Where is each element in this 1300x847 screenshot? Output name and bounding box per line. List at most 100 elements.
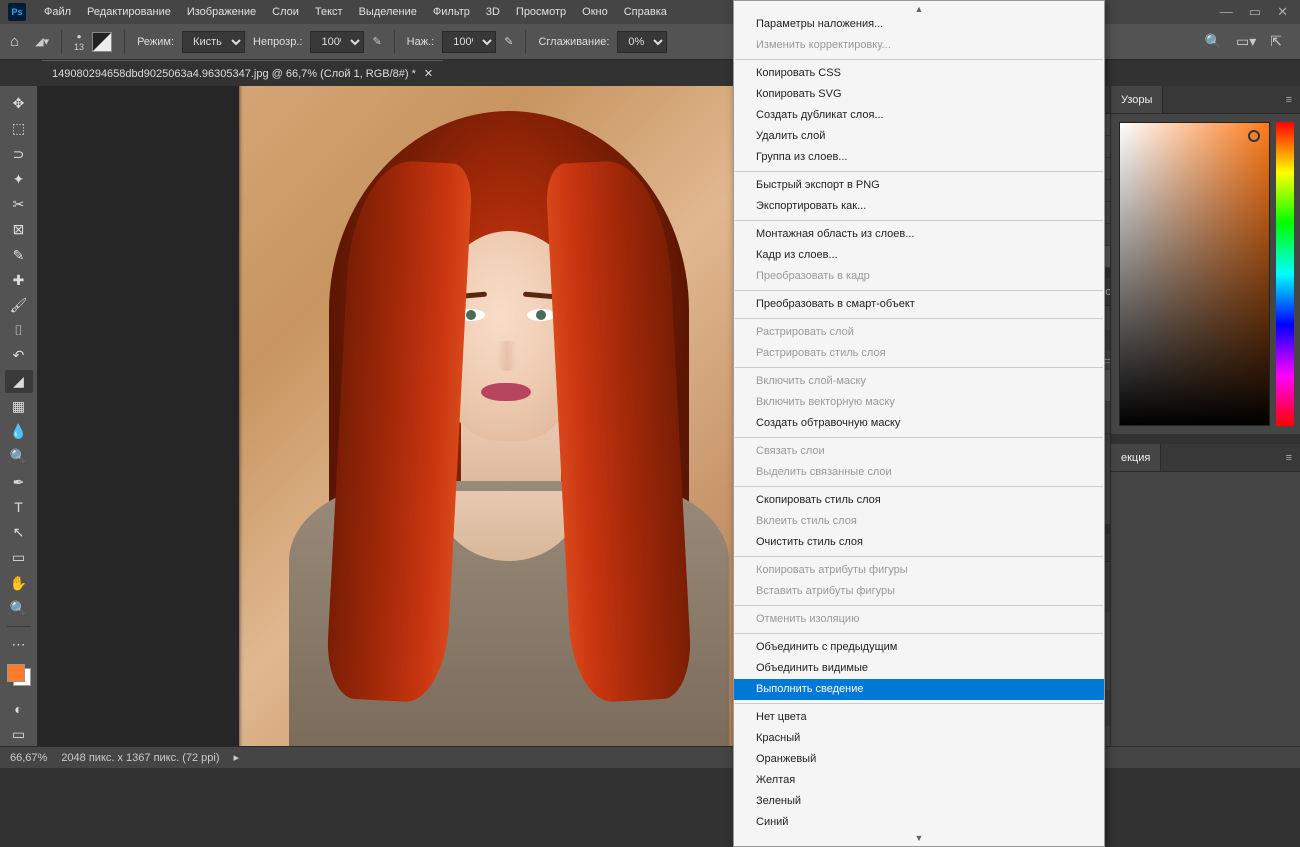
home-icon[interactable]: ⌂ (10, 33, 19, 50)
brush-presets-icon[interactable] (92, 32, 112, 52)
color-swatch[interactable] (7, 664, 31, 685)
context-menu-item[interactable]: Создать дубликат слоя... (734, 105, 1104, 126)
search-icon[interactable]: 🔍 (1205, 33, 1222, 50)
quick-mask-icon[interactable]: ◐ (5, 698, 33, 721)
menu-справка[interactable]: Справка (616, 0, 675, 24)
context-menu-item: Включить векторную маску (734, 392, 1104, 413)
menu-текст[interactable]: Текст (307, 0, 351, 24)
context-menu-item[interactable]: Экспортировать как... (734, 196, 1104, 217)
lasso-tool[interactable]: ⊃ (5, 142, 33, 165)
dodge-tool[interactable]: 🔍 (5, 445, 33, 468)
eraser-tool[interactable]: ◢ (5, 370, 33, 393)
document-tabs: 149080294658dbd9025063a4.96305347.jpg @ … (0, 60, 1300, 86)
stamp-tool[interactable]: ⌷ (5, 319, 33, 342)
context-menu-item[interactable]: Группа из слоев... (734, 147, 1104, 168)
chevron-right-icon[interactable]: ▸ (234, 751, 240, 764)
menu-окно[interactable]: Окно (574, 0, 616, 24)
arrow-down-icon[interactable]: ▼ (734, 833, 1104, 843)
context-menu-item[interactable]: Объединить с предыдущим (734, 637, 1104, 658)
gradient-tool[interactable]: ▦ (5, 395, 33, 418)
history-brush-tool[interactable]: ↶ (5, 344, 33, 367)
share-icon[interactable]: ⇱ (1270, 33, 1282, 50)
context-menu-item[interactable]: Создать обтравочную маску (734, 413, 1104, 434)
patterns-tab[interactable]: Узоры (1111, 86, 1163, 113)
options-bar: ⌂ ◢▾ •13 Режим: Кисть Непрозр.: 100% ✎ Н… (0, 24, 1300, 60)
minimize-icon[interactable]: — (1220, 4, 1233, 20)
correction-tab[interactable]: екция (1111, 444, 1161, 471)
context-menu-item[interactable]: Преобразовать в смарт-объект (734, 294, 1104, 315)
panels-column-2: Узоры ≡ екция ≡ (1110, 86, 1300, 746)
frame-tool[interactable]: ⊠ (5, 218, 33, 241)
type-tool[interactable]: T (5, 496, 33, 519)
context-menu-item[interactable]: Монтажная область из слоев... (734, 224, 1104, 245)
edit-toolbar-icon[interactable]: ⋯ (5, 633, 33, 656)
context-menu-item[interactable]: Нет цвета (734, 707, 1104, 728)
menu-просмотр[interactable]: Просмотр (508, 0, 574, 24)
maximize-icon[interactable]: ▭ (1249, 4, 1261, 20)
context-menu-item[interactable]: Объединить видимые (734, 658, 1104, 679)
context-menu-item[interactable]: Копировать SVG (734, 84, 1104, 105)
opacity-label: Непрозр.: (253, 36, 302, 48)
menu-изображение[interactable]: Изображение (179, 0, 264, 24)
move-tool[interactable]: ✥ (5, 92, 33, 115)
panel-menu-icon[interactable]: ≡ (1278, 86, 1300, 113)
menu-3d[interactable]: 3D (478, 0, 508, 24)
eyedropper-tool[interactable]: ✎ (5, 243, 33, 266)
quick-select-tool[interactable]: ✦ (5, 168, 33, 191)
tools-panel: ✥ ⬚ ⊃ ✦ ✂ ⊠ ✎ ✚ 🖌 ⌷ ↶ ◢ ▦ 💧 🔍 ✒ T ↖ ▭ ✋ … (0, 86, 38, 746)
context-menu-item: Изменить корректировку... (734, 35, 1104, 56)
context-menu-item: Растрировать стиль слоя (734, 343, 1104, 364)
ps-logo: Ps (8, 3, 26, 21)
context-menu-item[interactable]: Красный (734, 728, 1104, 749)
path-select-tool[interactable]: ↖ (5, 521, 33, 544)
menu-редактирование[interactable]: Редактирование (79, 0, 179, 24)
menu-слои[interactable]: Слои (264, 0, 307, 24)
context-menu-item[interactable]: Копировать CSS (734, 63, 1104, 84)
zoom-level[interactable]: 66,67% (10, 752, 47, 764)
close-tab-icon[interactable]: ✕ (424, 61, 433, 87)
context-menu-item[interactable]: Кадр из слоев... (734, 245, 1104, 266)
context-menu-item[interactable]: Зеленый (734, 791, 1104, 812)
smoothing-select[interactable]: 0% (617, 31, 667, 53)
crop-tool[interactable]: ✂ (5, 193, 33, 216)
shape-tool[interactable]: ▭ (5, 546, 33, 569)
menu-файл[interactable]: Файл (36, 0, 79, 24)
menu-фильтр[interactable]: Фильтр (425, 0, 478, 24)
status-bar: 66,67% 2048 пикс. x 1367 пикс. (72 ppi) … (0, 746, 1300, 768)
brush-tool[interactable]: 🖌 (5, 294, 33, 317)
hand-tool[interactable]: ✋ (5, 571, 33, 594)
color-picker[interactable] (1111, 114, 1300, 434)
context-menu-item[interactable]: Очистить стиль слоя (734, 532, 1104, 553)
mode-select[interactable]: Кисть (182, 31, 245, 53)
document-tab[interactable]: 149080294658dbd9025063a4.96305347.jpg @ … (42, 60, 443, 87)
blur-tool[interactable]: 💧 (5, 420, 33, 443)
window-controls: — ▭ ✕ (1220, 4, 1292, 20)
document-tab-title: 149080294658dbd9025063a4.96305347.jpg @ … (52, 61, 416, 87)
brush-size-indicator[interactable]: •13 (74, 32, 84, 52)
context-menu-item: Отменить изоляцию (734, 609, 1104, 630)
context-menu-item[interactable]: Желтая (734, 770, 1104, 791)
pen-tool[interactable]: ✒ (5, 471, 33, 494)
marquee-tool[interactable]: ⬚ (5, 117, 33, 140)
context-menu-item[interactable]: Оранжевый (734, 749, 1104, 770)
healing-tool[interactable]: ✚ (5, 269, 33, 292)
context-menu-item[interactable]: Выполнить сведение (734, 679, 1104, 700)
context-menu-item[interactable]: Синий (734, 812, 1104, 833)
context-menu-item[interactable]: Удалить слой (734, 126, 1104, 147)
arrow-up-icon[interactable]: ▲ (734, 4, 1104, 14)
menu-выделение[interactable]: Выделение (351, 0, 425, 24)
context-menu-item: Выделить связанные слои (734, 462, 1104, 483)
context-menu-item[interactable]: Скопировать стиль слоя (734, 490, 1104, 511)
flow-select[interactable]: 100% (442, 31, 496, 53)
opacity-select[interactable]: 100% (310, 31, 364, 53)
panel-menu-icon[interactable]: ≡ (1278, 444, 1300, 471)
airbrush-icon[interactable]: ✎ (504, 35, 513, 48)
pressure-opacity-icon[interactable]: ✎ (372, 35, 381, 48)
close-icon[interactable]: ✕ (1277, 4, 1288, 20)
context-menu-item[interactable]: Параметры наложения... (734, 14, 1104, 35)
eraser-preset-icon[interactable]: ◢▾ (35, 35, 49, 48)
workspace-icon[interactable]: ▭▾ (1236, 33, 1256, 50)
zoom-tool[interactable]: 🔍 (5, 597, 33, 620)
context-menu-item[interactable]: Быстрый экспорт в PNG (734, 175, 1104, 196)
screen-mode-icon[interactable]: ▭ (5, 723, 33, 746)
